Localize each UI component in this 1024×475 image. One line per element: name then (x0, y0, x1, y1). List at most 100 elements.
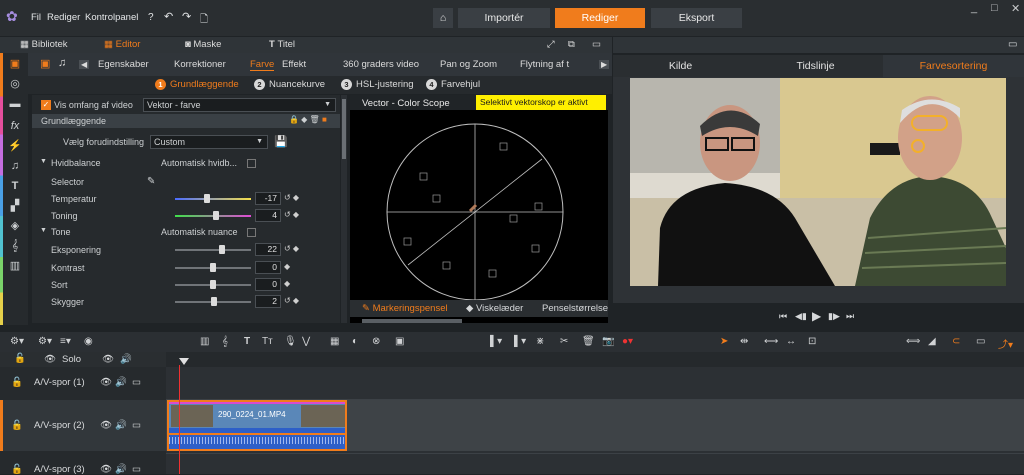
panel-layout-icon[interactable]: ▭ (1008, 39, 1017, 50)
prev-frame-icon[interactable]: ◀▮ (795, 311, 807, 322)
save-preset-icon[interactable]: 💾 (274, 135, 288, 148)
document-icon[interactable]: 🗋 (200, 12, 208, 29)
curve-icon[interactable]: ⤴▾ (998, 336, 1013, 351)
monitor-icon[interactable]: ▭ (132, 464, 141, 475)
popout-icon[interactable]: ⧉ (568, 37, 575, 53)
maximize-icon[interactable]: □ (991, 2, 998, 14)
temperature-value[interactable]: -17 (255, 192, 281, 205)
menu-file[interactable]: Fil (31, 12, 41, 23)
transition-icon[interactable]: ⚡ (8, 139, 22, 153)
eyedropper-icon[interactable]: ✎ (147, 176, 155, 187)
menu-control-panel[interactable]: Kontrolpanel (85, 12, 138, 23)
tab-corrections[interactable]: Korrektioner (174, 59, 226, 70)
go-start-icon[interactable]: ⏮ (779, 311, 787, 322)
eraser-tool[interactable]: ◆ Viskelæder (466, 303, 523, 314)
color-icon[interactable]: ◐ (352, 336, 358, 347)
undo-icon[interactable]: ↶ (164, 10, 173, 23)
smart-icon[interactable]: ⋁ (302, 336, 310, 347)
subtab-color-wheel[interactable]: 4 Farvehjul (426, 79, 480, 90)
tab-color-grading[interactable]: Farvesortering (883, 55, 1024, 77)
contrast-value[interactable]: 0 (255, 261, 281, 274)
properties-scrollbar[interactable] (341, 95, 347, 323)
snapshot-icon[interactable]: 📷 (602, 336, 614, 347)
cut-icon[interactable]: ✂ (560, 336, 568, 347)
playhead-handle[interactable] (179, 358, 189, 365)
menu-edit[interactable]: Rediger (47, 12, 80, 23)
eye-icon[interactable]: 👁 (102, 354, 114, 365)
exposure-value[interactable]: 22 (255, 243, 281, 256)
microphone-icon[interactable]: 🎙 (284, 336, 297, 347)
monitor-icon[interactable]: ▭ (132, 377, 141, 388)
layers-icon[interactable]: ◈ (8, 219, 22, 233)
collapse-icon[interactable]: ▼ (40, 227, 47, 234)
grid-icon[interactable]: ▦ (330, 336, 339, 347)
show-scope-checkbox[interactable]: ✓ (41, 100, 51, 110)
time-ruler[interactable] (166, 352, 1024, 367)
video-clip[interactable]: 290_0224_01.MP4 (167, 400, 347, 451)
tab-effect[interactable]: Effekt (282, 59, 306, 70)
monitor-icon[interactable]: ▭ (132, 420, 141, 431)
speaker-icon[interactable]: 🔊 (115, 377, 127, 388)
track-row-2[interactable]: 🔓 A/V-spor (2) 👁 🔊 ▭ (0, 400, 166, 451)
slide-icon[interactable]: ↔ (786, 336, 796, 347)
title-icon[interactable]: T (8, 179, 22, 193)
black-slider[interactable] (175, 280, 251, 289)
tab-editor[interactable]: ▦ Editor (104, 37, 140, 53)
eye-icon[interactable]: 👁 (100, 420, 112, 431)
clip-video-icon[interactable]: ▣ (40, 57, 50, 70)
slider-knob[interactable] (204, 194, 210, 203)
slider-knob[interactable] (211, 297, 217, 306)
multicam-icon[interactable]: ▣ (395, 336, 404, 347)
reset-keyframe-icons[interactable]: ↺ ◆ (284, 296, 299, 305)
slider-knob[interactable] (219, 245, 225, 254)
close-icon[interactable]: ✕ (1011, 2, 1020, 15)
circle-icon[interactable]: ◎ (8, 77, 22, 91)
split-icon[interactable]: ⋇ (536, 336, 544, 347)
slider-knob[interactable] (210, 280, 216, 289)
piano-icon[interactable]: ▥ (8, 259, 22, 273)
keyframe-tool-icon[interactable]: ◢ (928, 336, 936, 347)
lock-icon[interactable]: 🔓 (14, 353, 26, 364)
subtitle-icon[interactable]: Tт (262, 336, 273, 347)
media-icon[interactable]: ▣ (8, 57, 22, 71)
contrast-slider[interactable] (175, 263, 251, 272)
clip-audio-icon[interactable]: ♫ (58, 57, 66, 69)
tab-360-video[interactable]: 360 graders video (343, 59, 419, 70)
black-value[interactable]: 0 (255, 278, 281, 291)
video-preview[interactable] (630, 78, 1006, 286)
eye-icon[interactable]: 👁 (100, 377, 112, 388)
auto-tone-checkbox[interactable] (247, 228, 256, 237)
edit-mode-button[interactable]: Rediger (555, 8, 645, 28)
tab-source[interactable]: Kilde (613, 55, 748, 77)
tab-pan-zoom[interactable]: Pan og Zoom (440, 59, 497, 70)
import-button[interactable]: Importér (458, 8, 550, 28)
preset-select[interactable]: Custom ▼ (150, 135, 268, 149)
slider-knob[interactable] (210, 263, 216, 272)
speaker-icon[interactable]: 🔊 (115, 420, 127, 431)
slip-icon[interactable]: ⟷ (764, 336, 778, 347)
collapse-icon[interactable]: ▼ (40, 158, 47, 165)
trash-icon[interactable]: 🗑 (582, 336, 595, 347)
exposure-slider[interactable] (175, 245, 251, 254)
stretch-icon[interactable]: ⊡ (808, 336, 816, 347)
minimize-icon[interactable]: _ (971, 2, 977, 14)
rubber-icon[interactable]: ▭ (976, 336, 985, 347)
music-note-icon[interactable]: 𝄞 (222, 336, 228, 347)
record-marker-icon[interactable]: ●▾ (622, 336, 633, 347)
audio-mixer-icon[interactable]: ▥ (200, 336, 209, 347)
speaker-icon[interactable]: 🔊 (115, 464, 127, 475)
keyframe-icon[interactable]: ◆ (284, 262, 290, 271)
track-height-icon[interactable]: ≡▾ (60, 336, 71, 347)
basic-section-header[interactable]: Grundlæggende 🔒 ◆ 🗑 ■ (32, 114, 340, 128)
zoom-fit-icon[interactable]: ⟺ (906, 336, 920, 347)
export-button[interactable]: Eksport (651, 8, 742, 28)
speaker-icon[interactable]: 🔊 (120, 354, 132, 365)
panel-layout-icon[interactable]: ▭ (592, 37, 601, 53)
montage-icon[interactable]: ▞ (8, 199, 22, 213)
sound-icon[interactable]: 𝄞 (8, 239, 22, 253)
subtab-hsl[interactable]: 3 HSL-justering (341, 79, 414, 90)
tab-library[interactable]: ▦ Bibliotek (20, 37, 68, 53)
ripple-icon[interactable]: ⇹ (740, 336, 748, 347)
magnet-icon[interactable]: ⊂ (952, 336, 960, 347)
eye-icon[interactable]: 👁 (44, 354, 56, 365)
